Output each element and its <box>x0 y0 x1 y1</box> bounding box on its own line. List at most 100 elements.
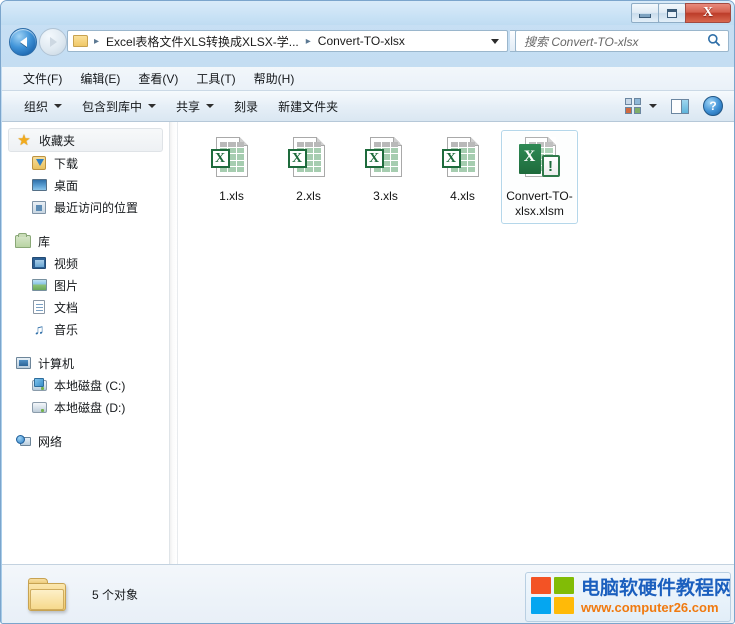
video-icon <box>30 255 48 271</box>
download-icon <box>30 155 48 171</box>
toolbar: 组织 包含到库中 共享 刻录 新建文件夹 <box>2 91 735 122</box>
xls-file-icon: X <box>439 135 487 183</box>
sidebar-item-computer[interactable]: 计算机 <box>2 352 169 374</box>
sidebar-label-desktop: 桌面 <box>54 177 78 194</box>
toolbar-right-group: ? <box>623 96 735 116</box>
minimize-button[interactable] <box>631 3 659 23</box>
nav-group-libraries: 库 视频 图片 文档 ♫ <box>2 230 169 340</box>
breadcrumb-item-1[interactable]: Excel表格文件XLS转换成XLSX-学... <box>104 33 301 50</box>
menu-item-edit[interactable]: 编辑(E) <box>71 67 129 90</box>
sidebar-item-drive-c[interactable]: 本地磁盘 (C:) <box>2 374 169 396</box>
preview-pane-button[interactable] <box>671 99 689 114</box>
sidebar-label-pictures: 图片 <box>54 277 78 294</box>
drive-icon <box>30 399 48 415</box>
screen: X ▸ Excel表格文件XLS转换成XLSX-学... ▸ Conver <box>0 0 735 624</box>
sidebar-item-desktop[interactable]: 桌面 <box>2 174 169 196</box>
navigation-pane: ★ 收藏夹 下载 桌面 最近访问的位置 <box>2 122 169 564</box>
recent-places-icon <box>30 199 48 215</box>
macro-warning-icon: ! <box>542 155 560 177</box>
sidebar-item-libraries[interactable]: 库 <box>2 230 169 252</box>
share-with-label: 共享 <box>176 98 200 115</box>
new-folder-button[interactable]: 新建文件夹 <box>270 94 346 119</box>
sidebar-label-drive-d: 本地磁盘 (D:) <box>54 399 125 416</box>
search-icon <box>707 33 721 50</box>
music-icon: ♫ <box>30 321 48 337</box>
sidebar-item-recent-places[interactable]: 最近访问的位置 <box>2 196 169 218</box>
xls-file-icon: X <box>362 135 410 183</box>
chevron-down-icon <box>206 104 214 108</box>
sidebar-item-favorites[interactable]: ★ 收藏夹 <box>8 128 163 152</box>
sidebar-item-drive-d[interactable]: 本地磁盘 (D:) <box>2 396 169 418</box>
chevron-down-icon[interactable] <box>491 39 499 44</box>
xls-file-icon: X <box>208 135 256 183</box>
file-item[interactable]: X 1.xls <box>193 130 270 224</box>
title-bar[interactable]: X <box>1 1 735 25</box>
watermark-banner: 电脑软硬件教程网 www.computer26.com <box>525 572 731 622</box>
views-button[interactable] <box>625 98 641 114</box>
forward-button[interactable] <box>39 28 67 56</box>
sidebar-label-music: 音乐 <box>54 321 78 338</box>
file-name: Convert-TO-xlsx.xlsm <box>505 189 575 219</box>
sidebar-item-pictures[interactable]: 图片 <box>2 274 169 296</box>
status-bar: 5 个对象 电脑软硬件教程网 www.computer26.com <box>2 564 735 624</box>
arrow-right-icon <box>50 37 57 47</box>
file-item[interactable]: X 2.xls <box>270 130 347 224</box>
menu-item-file[interactable]: 文件(F) <box>14 67 71 90</box>
file-item[interactable]: X 4.xls <box>424 130 501 224</box>
desktop-icon <box>30 177 48 193</box>
sidebar-label-documents: 文档 <box>54 299 78 316</box>
organize-button[interactable]: 组织 <box>16 94 70 119</box>
breadcrumb-separator-icon: ▸ <box>89 36 104 47</box>
file-list-pane[interactable]: X 1.xls <box>178 122 735 564</box>
help-icon: ? <box>703 96 723 116</box>
file-grid: X 1.xls <box>188 130 735 224</box>
search-input[interactable]: 搜索 Convert-TO-xlsx <box>524 33 638 50</box>
menu-item-view[interactable]: 查看(V) <box>129 67 187 90</box>
sidebar-label-videos: 视频 <box>54 255 78 272</box>
explorer-window: X ▸ Excel表格文件XLS转换成XLSX-学... ▸ Conver <box>0 0 735 624</box>
sidebar-label-downloads: 下载 <box>54 155 78 172</box>
windows-logo-icon <box>531 577 575 617</box>
item-count-label: 5 个对象 <box>92 586 138 603</box>
breadcrumb-separator-icon: ▸ <box>301 36 316 47</box>
close-button[interactable]: X <box>685 3 731 23</box>
search-box[interactable]: 搜索 Convert-TO-xlsx <box>515 30 729 52</box>
help-button[interactable]: ? <box>703 96 723 116</box>
sidebar-label-network: 网络 <box>38 433 62 450</box>
watermark-site-name: 电脑软硬件教程网 <box>581 578 731 600</box>
file-item-selected[interactable]: X ! Convert-TO-xlsx.xlsm <box>501 130 578 224</box>
sidebar-item-documents[interactable]: 文档 <box>2 296 169 318</box>
share-with-button[interactable]: 共享 <box>168 94 222 119</box>
sidebar-item-network[interactable]: 网络 <box>2 430 169 452</box>
sidebar-label-recent-places: 最近访问的位置 <box>54 199 138 216</box>
sidebar-item-music[interactable]: ♫ 音乐 <box>2 318 169 340</box>
sidebar-item-videos[interactable]: 视频 <box>2 252 169 274</box>
file-name: 4.xls <box>450 189 475 204</box>
arrow-left-icon <box>20 37 27 47</box>
body-area: ★ 收藏夹 下载 桌面 最近访问的位置 <box>2 122 735 564</box>
menu-item-help[interactable]: 帮助(H) <box>245 67 304 90</box>
document-icon <box>30 299 48 315</box>
sidebar-item-downloads[interactable]: 下载 <box>2 152 169 174</box>
xlsm-file-icon: X ! <box>516 135 564 183</box>
include-in-library-button[interactable]: 包含到库中 <box>74 94 164 119</box>
sidebar-label-computer: 计算机 <box>38 355 74 372</box>
burn-button[interactable]: 刻录 <box>226 94 266 119</box>
sidebar-label-libraries: 库 <box>38 233 50 250</box>
navigation-row: ▸ Excel表格文件XLS转换成XLSX-学... ▸ Convert-TO-… <box>1 25 735 67</box>
system-drive-icon <box>30 377 48 393</box>
file-item[interactable]: X 3.xls <box>347 130 424 224</box>
back-button[interactable] <box>9 28 37 56</box>
address-bar[interactable]: ▸ Excel表格文件XLS转换成XLSX-学... ▸ Convert-TO-… <box>67 30 508 52</box>
breadcrumb-item-2[interactable]: Convert-TO-xlsx <box>316 34 407 48</box>
xls-file-icon: X <box>285 135 333 183</box>
pane-splitter[interactable] <box>169 122 178 564</box>
menu-item-tools[interactable]: 工具(T) <box>187 67 244 90</box>
maximize-icon <box>667 9 677 18</box>
views-dropdown-button[interactable] <box>649 104 657 108</box>
network-icon <box>14 433 32 449</box>
watermark-text: 电脑软硬件教程网 www.computer26.com <box>581 578 731 616</box>
maximize-button[interactable] <box>658 3 686 23</box>
picture-icon <box>30 277 48 293</box>
nav-group-network: 网络 <box>2 430 169 452</box>
